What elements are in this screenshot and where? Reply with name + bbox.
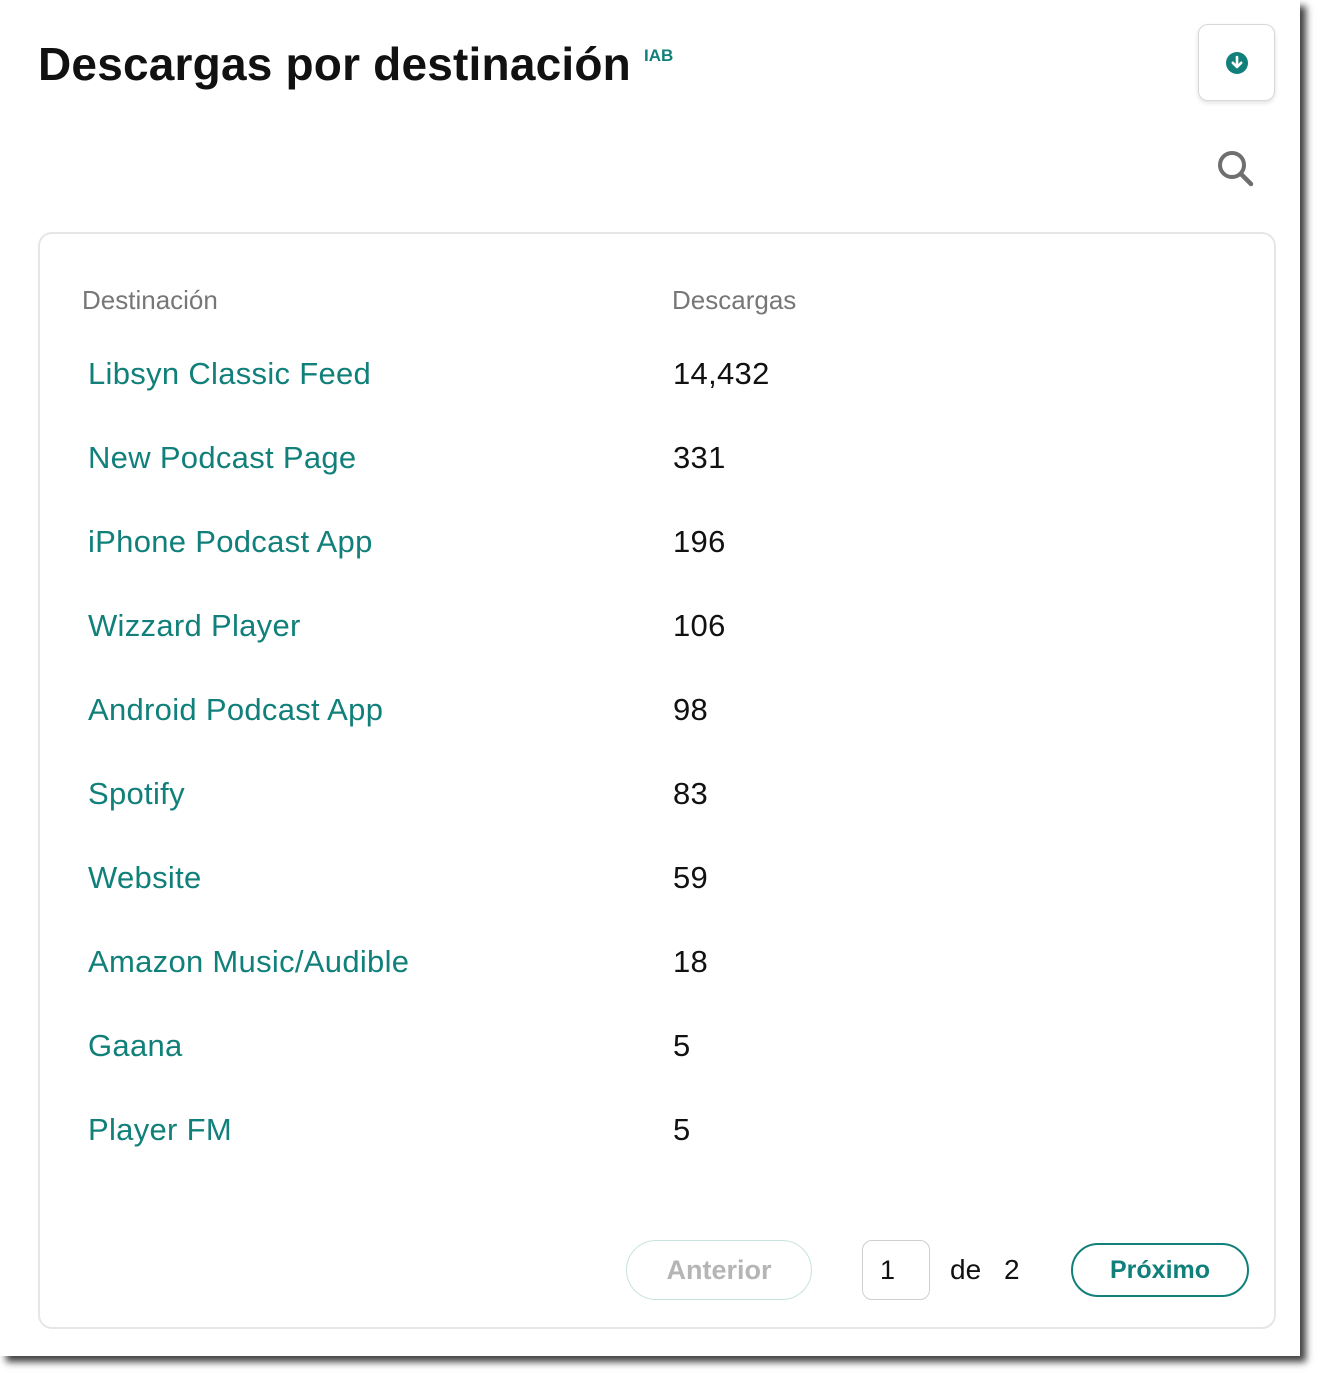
download-count: 83 xyxy=(673,776,709,811)
previous-page-button[interactable]: Anterior xyxy=(626,1240,812,1300)
column-header-destination[interactable]: Destinación xyxy=(82,282,218,318)
download-count: 5 xyxy=(673,1028,691,1063)
search-button[interactable] xyxy=(1213,146,1257,190)
download-count: 5 xyxy=(673,1112,691,1147)
download-count: 59 xyxy=(673,860,709,895)
downloads-by-destination-panel: Descargas por destinación IAB Destinació… xyxy=(0,0,1300,1356)
total-pages: 2 xyxy=(1004,1254,1020,1285)
download-circle-icon xyxy=(1225,51,1248,74)
table-row: Website 59 xyxy=(40,852,1274,936)
iab-badge: IAB xyxy=(643,46,674,65)
table-row: Libsyn Classic Feed 14,432 xyxy=(40,348,1274,432)
search-icon xyxy=(1218,151,1254,187)
table-row: iPhone Podcast App 196 xyxy=(40,516,1274,600)
page-number-input[interactable] xyxy=(862,1240,930,1300)
download-count: 106 xyxy=(673,608,726,643)
destination-link[interactable]: Spotify xyxy=(88,774,185,814)
destination-link[interactable]: Website xyxy=(88,858,202,898)
title-area: Descargas por destinación IAB xyxy=(38,36,673,92)
download-count: 18 xyxy=(673,944,709,979)
table-row: Gaana 5 xyxy=(40,1020,1274,1104)
table-row: Spotify 83 xyxy=(40,768,1274,852)
page-title: Descargas por destinación xyxy=(38,38,631,90)
pagination: Anterior de 2 Próximo xyxy=(40,1240,1274,1302)
destination-link[interactable]: Wizzard Player xyxy=(88,606,301,646)
destination-link[interactable]: iPhone Podcast App xyxy=(88,522,373,562)
next-page-button[interactable]: Próximo xyxy=(1071,1243,1249,1297)
download-count: 14,432 xyxy=(673,356,770,391)
destination-link[interactable]: New Podcast Page xyxy=(88,438,356,478)
table-header: Destinación Descargas xyxy=(40,282,1274,318)
destination-link[interactable]: Android Podcast App xyxy=(88,690,383,730)
destination-link[interactable]: Player FM xyxy=(88,1110,232,1150)
column-header-downloads[interactable]: Descargas xyxy=(672,282,796,318)
download-button[interactable] xyxy=(1198,24,1275,101)
destination-link[interactable]: Amazon Music/Audible xyxy=(88,942,409,982)
table-row: Amazon Music/Audible 18 xyxy=(40,936,1274,1020)
table-body: Libsyn Classic Feed 14,432 New Podcast P… xyxy=(40,348,1274,1188)
table-row: Player FM 5 xyxy=(40,1104,1274,1188)
page-of-label: de xyxy=(950,1254,982,1285)
download-count: 98 xyxy=(673,692,709,727)
table-row: New Podcast Page 331 xyxy=(40,432,1274,516)
download-count: 196 xyxy=(673,524,726,559)
download-count: 331 xyxy=(673,440,726,475)
table-row: Wizzard Player 106 xyxy=(40,600,1274,684)
destination-link[interactable]: Libsyn Classic Feed xyxy=(88,354,371,394)
destinations-table-card: Destinación Descargas Libsyn Classic Fee… xyxy=(38,232,1276,1329)
destination-link[interactable]: Gaana xyxy=(88,1026,183,1066)
table-row: Android Podcast App 98 xyxy=(40,684,1274,768)
